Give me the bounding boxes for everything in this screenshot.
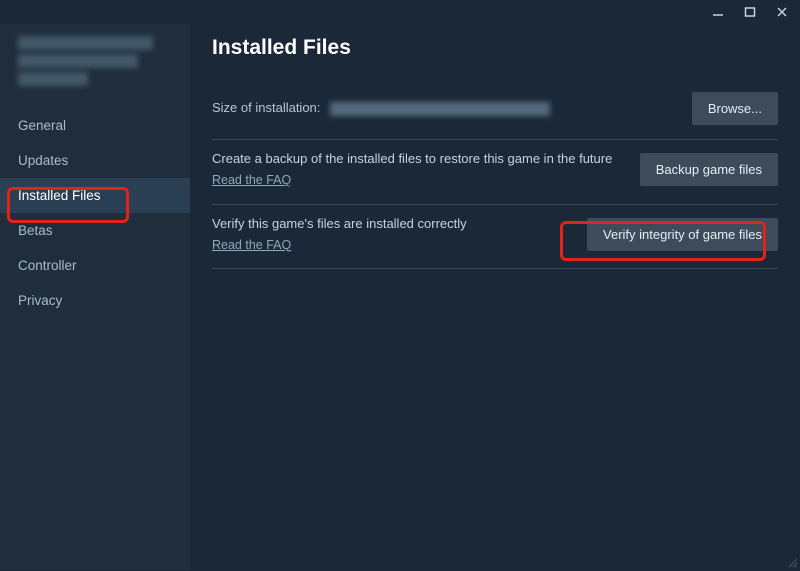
sidebar-item-general[interactable]: General: [0, 108, 190, 143]
sidebar-item-privacy[interactable]: Privacy: [0, 283, 190, 318]
game-title-redacted: [0, 34, 190, 108]
window-titlebar: [0, 0, 800, 24]
size-label: Size of installation:: [212, 100, 320, 115]
size-value-redacted: [330, 102, 550, 116]
sidebar-item-betas[interactable]: Betas: [0, 213, 190, 248]
close-button[interactable]: [770, 2, 794, 22]
backup-description: Create a backup of the installed files t…: [212, 151, 612, 166]
main-panel: Installed Files Size of installation: Br…: [190, 24, 800, 570]
sidebar-item-updates[interactable]: Updates: [0, 143, 190, 178]
minimize-button[interactable]: [706, 2, 730, 22]
maximize-button[interactable]: [738, 2, 762, 22]
page-title: Installed Files: [212, 36, 778, 60]
verify-row: Verify this game's files are installed c…: [212, 205, 778, 270]
resize-grip-icon[interactable]: [786, 556, 798, 568]
verify-description: Verify this game's files are installed c…: [212, 216, 467, 231]
sidebar-item-installed-files[interactable]: Installed Files: [0, 178, 190, 213]
browse-button[interactable]: Browse...: [692, 92, 778, 125]
content-area: General Updates Installed Files Betas Co…: [0, 24, 800, 570]
backup-faq-link[interactable]: Read the FAQ: [212, 171, 291, 189]
backup-row: Create a backup of the installed files t…: [212, 140, 778, 205]
verify-button[interactable]: Verify integrity of game files: [587, 218, 778, 251]
sidebar-nav: General Updates Installed Files Betas Co…: [0, 108, 190, 318]
sidebar-item-controller[interactable]: Controller: [0, 248, 190, 283]
size-row: Size of installation: Browse...: [212, 82, 778, 140]
sidebar: General Updates Installed Files Betas Co…: [0, 24, 190, 570]
backup-button[interactable]: Backup game files: [640, 153, 778, 186]
verify-faq-link[interactable]: Read the FAQ: [212, 236, 291, 254]
